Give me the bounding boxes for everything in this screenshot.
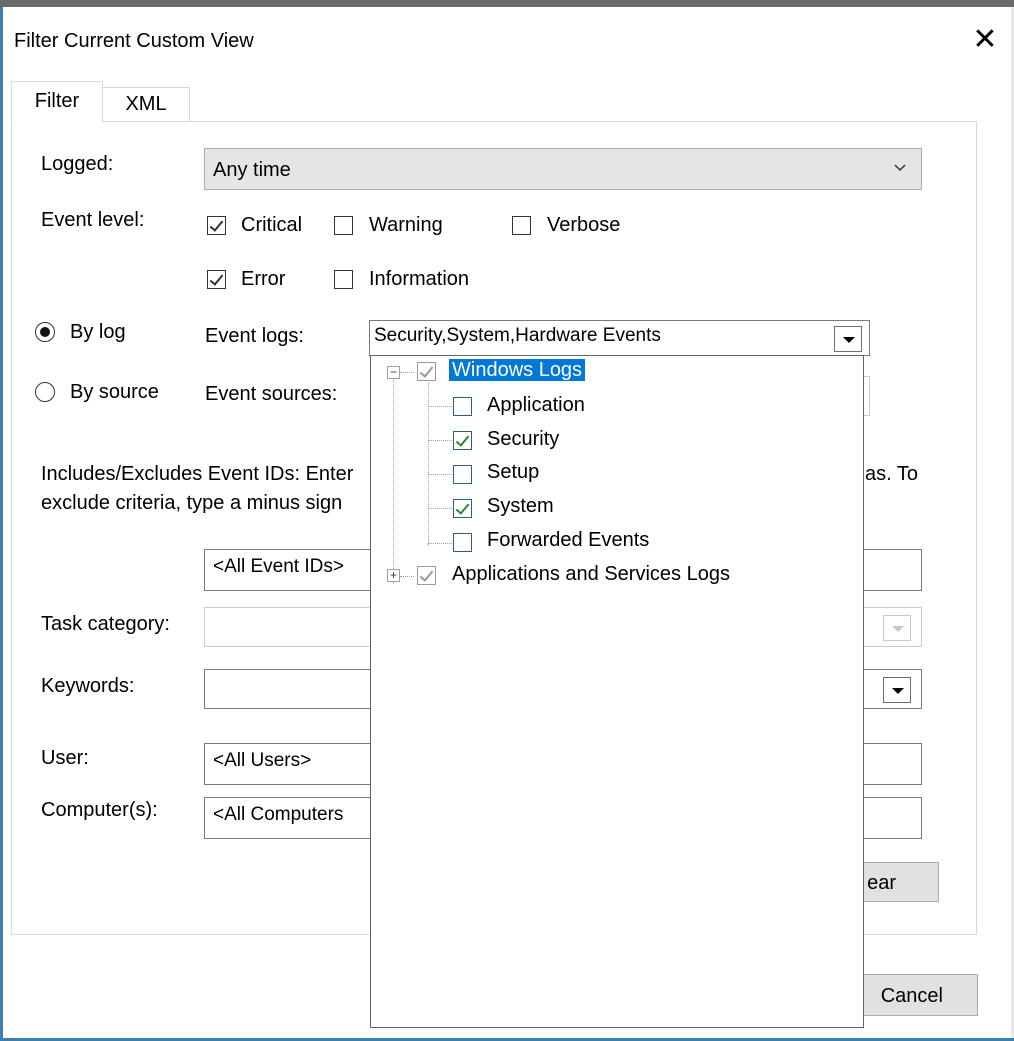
computers-label: Computer(s): (41, 799, 158, 821)
verbose-checkbox[interactable] (512, 216, 531, 235)
tab-filter[interactable]: Filter (11, 81, 103, 122)
tree-item-application[interactable]: Application (487, 394, 585, 417)
windows-logs-checkbox[interactable] (417, 362, 436, 381)
event-ids-value: <All Event IDs> (213, 556, 344, 577)
tree-item-forwarded-events[interactable]: Forwarded Events (487, 529, 649, 552)
tree-item-windows-logs[interactable]: Windows Logs (449, 359, 586, 382)
event-logs-tree-popup: − Windows Logs Application Security Setu… (370, 355, 864, 1028)
task-category-label: Task category: (41, 613, 170, 635)
event-level-label: Event level: (41, 209, 145, 231)
window-left-border (0, 7, 3, 1041)
event-logs-dropdown-button[interactable] (834, 326, 862, 352)
computers-value: <All Computers (213, 804, 344, 825)
error-label: Error (241, 268, 286, 290)
logged-value: Any time (213, 159, 291, 181)
by-log-label: By log (70, 321, 126, 343)
information-checkbox[interactable] (334, 270, 353, 289)
critical-checkbox[interactable] (207, 216, 226, 235)
by-source-label: By source (70, 381, 159, 403)
user-value: <All Users> (213, 750, 312, 771)
tree-item-security[interactable]: Security (487, 428, 559, 451)
tree-line (400, 372, 414, 373)
by-log-radio[interactable] (35, 322, 55, 342)
tree-item-setup[interactable]: Setup (487, 461, 539, 484)
verbose-label: Verbose (547, 214, 621, 236)
warning-checkbox[interactable] (334, 216, 353, 235)
task-category-dropdown-button[interactable] (883, 615, 911, 641)
tree-line (428, 440, 452, 441)
logged-label: Logged: (41, 153, 114, 175)
tree-line (428, 383, 429, 545)
event-ids-description-tail: as. To (865, 463, 918, 485)
dialog-title: Filter Current Custom View (14, 30, 254, 52)
logged-dropdown[interactable]: Any time (204, 148, 922, 190)
tree-item-windows-logs-label: Windows Logs (449, 359, 586, 381)
tree-line (393, 376, 394, 583)
error-checkbox[interactable] (207, 270, 226, 289)
tree-line (428, 543, 452, 544)
event-ids-description: Includes/Excludes Event IDs: Enter (41, 463, 354, 485)
setup-checkbox[interactable] (453, 465, 472, 484)
event-ids-description-line2: exclude criteria, type a minus sign (41, 492, 343, 514)
event-logs-label: Event logs: (205, 325, 304, 347)
user-label: User: (41, 747, 89, 769)
critical-label: Critical (241, 214, 303, 236)
keywords-dropdown-button[interactable] (883, 677, 911, 703)
collapse-icon[interactable]: − (387, 366, 400, 379)
tree-item-applications-and-services-logs[interactable]: Applications and Services Logs (452, 563, 730, 586)
tab-xml[interactable]: XML (102, 87, 190, 122)
security-checkbox[interactable] (453, 431, 472, 450)
tree-line (428, 474, 452, 475)
event-sources-label: Event sources: (205, 383, 338, 405)
close-icon[interactable]: ✕ (968, 22, 1002, 58)
event-logs-value: Security,System,Hardware Events (374, 325, 661, 346)
tree-item-system[interactable]: System (487, 495, 554, 518)
tree-line (428, 508, 452, 509)
window-top-border (0, 0, 1014, 7)
event-logs-dropdown[interactable]: Security,System,Hardware Events (369, 320, 870, 356)
application-checkbox[interactable] (453, 397, 472, 416)
keywords-label: Keywords: (41, 675, 135, 697)
information-label: Information (369, 268, 470, 290)
chevron-down-icon (893, 158, 907, 172)
system-checkbox[interactable] (453, 499, 472, 518)
tree-line (428, 406, 452, 407)
warning-label: Warning (369, 214, 443, 236)
tree-line (400, 576, 414, 577)
expand-icon[interactable]: + (387, 569, 400, 582)
forwarded-events-checkbox[interactable] (453, 533, 472, 552)
apps-services-checkbox[interactable] (417, 566, 436, 585)
by-source-radio[interactable] (35, 382, 55, 402)
